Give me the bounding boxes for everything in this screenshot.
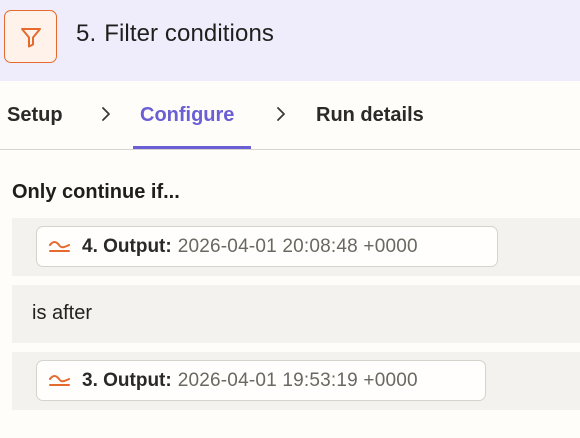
condition-operator-row[interactable]: is after bbox=[12, 285, 580, 343]
step-header: 5. Filter conditions bbox=[0, 0, 580, 81]
condition-left-row: 4. Output: 2026-04-01 20:08:48 +0000 bbox=[12, 218, 580, 276]
step-title: 5. Filter conditions bbox=[76, 20, 274, 48]
condition-operator[interactable]: is after bbox=[32, 302, 92, 325]
active-tab-indicator bbox=[133, 146, 251, 149]
left-operand-label: 4. Output: bbox=[82, 235, 172, 257]
step-tabs: Setup Configure Run details bbox=[0, 81, 580, 150]
filter-app-icon bbox=[4, 10, 57, 63]
right-operand-label: 3. Output: bbox=[82, 369, 172, 391]
tab-run-details[interactable]: Run details bbox=[316, 81, 424, 149]
filter-icon bbox=[20, 27, 41, 47]
step-title-text: Filter conditions bbox=[104, 20, 274, 47]
chevron-right-icon bbox=[277, 107, 285, 121]
condition-right-row: 3. Output: 2026-04-01 19:53:19 +0000 bbox=[12, 352, 580, 410]
chevron-right-icon bbox=[102, 107, 110, 121]
step-number: 5. bbox=[76, 20, 97, 47]
right-operand-value: 2026-04-01 19:53:19 +0000 bbox=[177, 369, 418, 391]
right-operand-field[interactable]: 3. Output: 2026-04-01 19:53:19 +0000 bbox=[36, 360, 486, 401]
tab-setup[interactable]: Setup bbox=[7, 81, 63, 149]
condition-intro: Only continue if... bbox=[12, 181, 180, 203]
left-operand-field[interactable]: 4. Output: 2026-04-01 20:08:48 +0000 bbox=[36, 226, 498, 267]
left-operand-value: 2026-04-01 20:08:48 +0000 bbox=[177, 235, 418, 257]
tab-configure[interactable]: Configure bbox=[140, 81, 234, 149]
formatter-icon bbox=[49, 374, 70, 386]
formatter-icon bbox=[49, 240, 70, 252]
